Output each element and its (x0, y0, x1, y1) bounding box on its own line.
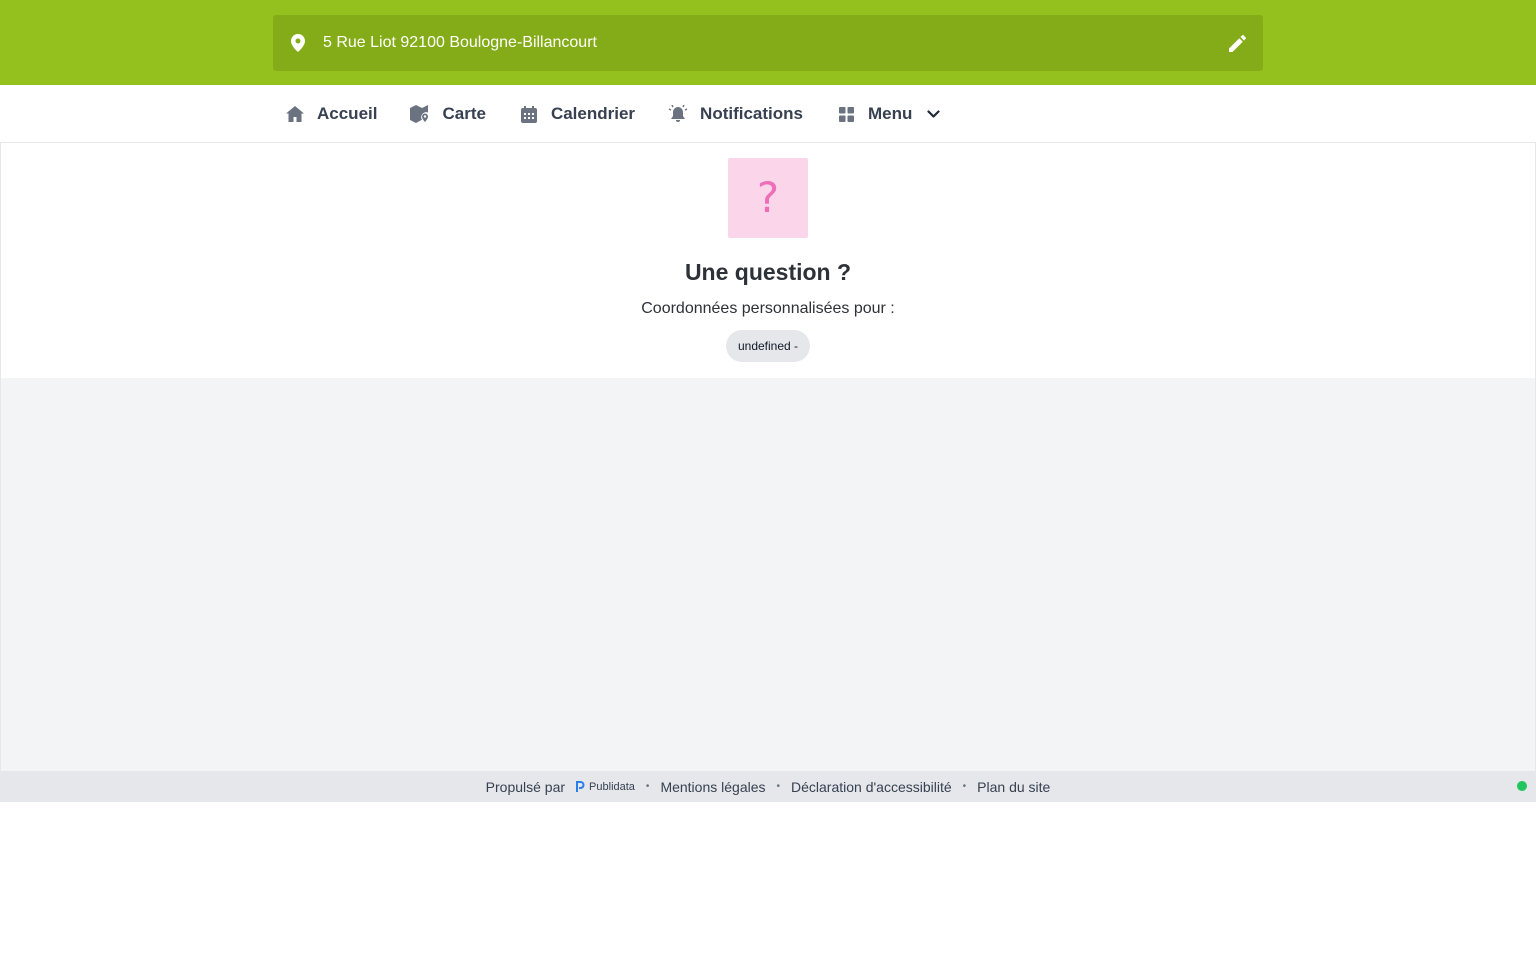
footer: Propulsé par Publidata • Mentions légale… (0, 771, 1536, 802)
chevron-down-icon (926, 107, 940, 121)
contact-pill[interactable]: undefined - (726, 330, 810, 362)
calendar-icon (519, 104, 539, 124)
footer-separator: • (962, 781, 967, 792)
nav-item-carte[interactable]: Carte (410, 85, 486, 143)
nav-item-calendrier[interactable]: Calendrier (519, 85, 635, 143)
page-title: Une question ? (684, 259, 852, 285)
powered-by-text: Propulsé par (485, 778, 566, 795)
pencil-icon[interactable] (1227, 33, 1247, 53)
main-content: ? Une question ? Coordonnées personnalis… (1, 143, 1535, 378)
footer-link-mentions[interactable]: Mentions légales (660, 779, 765, 795)
question-mark: ? (756, 173, 780, 222)
footer-link-accessibilite[interactable]: Déclaration d'accessibilité (791, 779, 952, 795)
nav-label: Notifications (700, 104, 803, 123)
home-icon (285, 104, 305, 124)
status-indicator (1517, 781, 1527, 791)
page-subtitle: Coordonnées personnalisées pour : (641, 300, 895, 317)
address-text: 5 Rue Liot 92100 Boulogne-Billancourt (323, 34, 597, 51)
question-icon: ? (728, 158, 808, 238)
nav-item-notifications[interactable]: Notifications (668, 85, 803, 143)
footer-separator: • (645, 781, 650, 792)
nav-label: Calendrier (550, 104, 636, 123)
nav-label: Accueil (317, 104, 378, 123)
brand-name: Publidata (589, 780, 635, 793)
nav-item-menu[interactable]: Menu (836, 85, 940, 143)
footer-separator: • (776, 781, 781, 792)
map-icon (410, 104, 430, 124)
grid-icon (836, 104, 856, 124)
main-nav: Accueil Carte Calendrier Notifications M… (285, 85, 973, 143)
footer-link-plan[interactable]: Plan du site (977, 779, 1050, 795)
nav-item-accueil[interactable]: Accueil (285, 85, 377, 143)
nav-label: Carte (442, 104, 486, 123)
empty-area (1, 378, 1535, 771)
nav-bar: Accueil Carte Calendrier Notifications M… (0, 85, 1536, 143)
address-bar[interactable]: 5 Rue Liot 92100 Boulogne-Billancourt (273, 15, 1263, 71)
map-pin-icon (289, 34, 307, 52)
publidata-link[interactable]: Publidata (575, 781, 635, 793)
publidata-logo-icon (575, 781, 585, 792)
bell-icon (668, 104, 688, 124)
header-bar: 5 Rue Liot 92100 Boulogne-Billancourt (0, 0, 1536, 85)
nav-label: Menu (868, 104, 913, 123)
